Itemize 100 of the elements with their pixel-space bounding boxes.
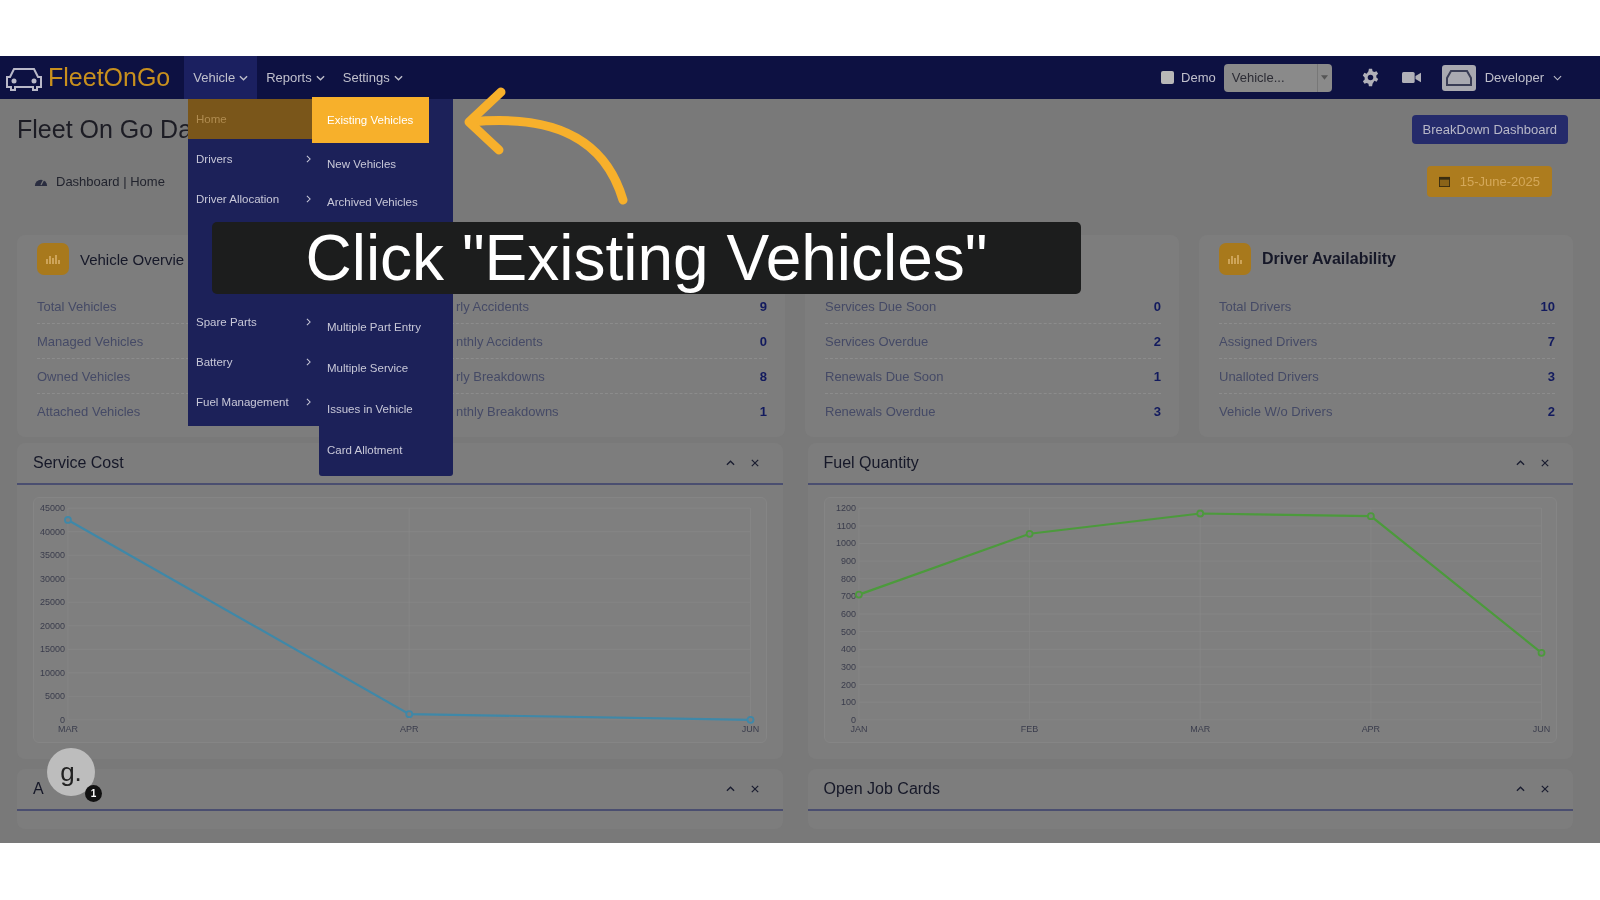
- panel-title: Service Cost: [33, 454, 124, 472]
- close-icon[interactable]: [1541, 459, 1549, 467]
- panel-title: Open Job Cards: [823, 780, 940, 798]
- y-tick-label: 700: [840, 591, 856, 602]
- user-menu-button[interactable]: Developer: [1478, 69, 1568, 86]
- nav-menu-item[interactable]: Settings: [333, 56, 412, 99]
- car-avatar-icon: [1441, 64, 1476, 91]
- menu-item[interactable]: Fuel Management: [188, 382, 319, 422]
- stat-value: 9: [759, 298, 767, 314]
- panel-title: A: [33, 780, 44, 798]
- tutorial-caption: Click "Existing Vehicles": [212, 222, 1081, 294]
- settings-icon[interactable]: [1360, 68, 1380, 87]
- x-tick-label: APR: [1361, 723, 1380, 734]
- stat-label: Services Due Soon: [825, 298, 937, 314]
- stat-value: 0: [759, 333, 767, 349]
- caret-icon: [239, 74, 249, 81]
- stat-value: 2: [1547, 403, 1555, 419]
- x-tick-label: JUN: [1532, 723, 1550, 734]
- stat-value: 1: [759, 403, 767, 419]
- y-tick-label: 40000: [40, 526, 65, 537]
- chevron-right-icon: [306, 155, 311, 163]
- breadcrumb: Dashboard | Home: [56, 173, 165, 189]
- stat-label: rly Breakdowns: [456, 368, 545, 384]
- data-point: [64, 516, 72, 524]
- video-camera-icon[interactable]: [1401, 71, 1421, 84]
- menu-item[interactable]: Spare Parts: [188, 302, 319, 342]
- y-tick-label: 1200: [835, 503, 856, 514]
- data-point: [854, 590, 863, 599]
- submenu-item[interactable]: Archived Vehicles: [319, 183, 453, 221]
- y-tick-label: 20000: [40, 620, 65, 631]
- stat-value: 7: [1547, 333, 1555, 349]
- vehicle-select[interactable]: Vehicle...: [1223, 63, 1332, 92]
- caret-icon: [1553, 74, 1562, 81]
- chart-icon: [1219, 243, 1251, 275]
- close-icon[interactable]: [750, 459, 759, 467]
- x-tick-label: MAR: [1189, 723, 1210, 734]
- chevron-right-icon: [306, 318, 311, 326]
- stat-value: 8: [759, 368, 767, 384]
- stat-value: 2: [1153, 333, 1161, 349]
- stat-label: Managed Vehicles: [37, 333, 144, 349]
- collapse-icon[interactable]: [725, 460, 735, 466]
- y-tick-label: 600: [840, 609, 856, 619]
- panel-title: Fuel Quantity: [823, 454, 919, 472]
- stat-value: 3: [1153, 403, 1161, 419]
- data-point: [746, 715, 755, 724]
- stat-label: Attached Vehicles: [37, 403, 141, 419]
- breakdown-dashboard-button[interactable]: BreakDown Dashboard: [1411, 114, 1568, 144]
- y-tick-label: 15000: [40, 644, 65, 655]
- app-logo-text: FleetOnGo: [48, 63, 171, 92]
- y-tick-label: 25000: [40, 597, 65, 608]
- menu-item[interactable]: Driver Allocation: [188, 179, 319, 219]
- data-point: [405, 710, 414, 719]
- y-tick-label: 35000: [40, 550, 65, 561]
- submenu-item[interactable]: Card Allotment: [319, 429, 453, 470]
- caret-icon: [315, 74, 325, 81]
- stat-label: nthly Accidents: [456, 333, 543, 349]
- stat-value: 3: [1547, 368, 1555, 384]
- calendar-icon: [1438, 175, 1450, 187]
- demo-checkbox[interactable]: [1161, 71, 1175, 84]
- y-tick-label: 300: [840, 661, 856, 672]
- caret-icon: [393, 74, 403, 81]
- stat-label: Total Vehicles: [37, 298, 117, 314]
- card-title: Driver Availability: [1262, 250, 1396, 268]
- stat-label: Renewals Due Soon: [825, 368, 944, 384]
- collapse-icon[interactable]: [1516, 460, 1525, 466]
- data-point: [1195, 509, 1204, 518]
- stat-label: Total Drivers: [1219, 298, 1292, 314]
- stat-label: Services Overdue: [825, 333, 929, 349]
- data-point: [1025, 529, 1033, 538]
- stat-value: 10: [1540, 298, 1555, 314]
- y-tick-label: 10000: [40, 667, 65, 678]
- data-point: [1537, 648, 1545, 657]
- card-title: Vehicle Overvie: [80, 250, 185, 268]
- y-tick-label: 500: [840, 626, 856, 637]
- collapse-icon[interactable]: [725, 786, 735, 792]
- close-icon[interactable]: [750, 785, 759, 793]
- stat-label: rly Accidents: [456, 298, 529, 314]
- stat-label: nthly Breakdowns: [456, 403, 559, 419]
- chart-icon: [37, 243, 69, 275]
- nav-menu-item[interactable]: Vehicle: [184, 56, 258, 99]
- submenu-item[interactable]: New Vehicles: [319, 145, 453, 183]
- stat-label: Vehicle W/o Drivers: [1219, 403, 1333, 419]
- demo-label: Demo: [1181, 70, 1216, 85]
- stat-label: Renewals Overdue: [825, 403, 936, 419]
- submenu-item[interactable]: Multiple Service: [319, 347, 453, 388]
- y-tick-label: 1000: [835, 538, 856, 549]
- menu-item[interactable]: Battery: [188, 342, 319, 382]
- y-tick-label: 900: [840, 556, 856, 567]
- submenu-item[interactable]: Multiple Part Entry: [319, 307, 453, 347]
- data-point: [1366, 512, 1375, 521]
- collapse-icon[interactable]: [1516, 786, 1525, 792]
- stat-label: Unalloted Drivers: [1219, 368, 1319, 384]
- submenu-item[interactable]: Issues in Vehicle: [319, 388, 453, 429]
- x-tick-label: APR: [400, 723, 419, 734]
- y-tick-label: 5000: [45, 691, 65, 702]
- y-tick-label: 45000: [40, 503, 65, 514]
- stat-value: 1: [1153, 368, 1161, 384]
- y-tick-label: 100: [840, 697, 856, 708]
- nav-menu-item[interactable]: Reports: [257, 56, 334, 99]
- close-icon[interactable]: [1541, 785, 1549, 793]
